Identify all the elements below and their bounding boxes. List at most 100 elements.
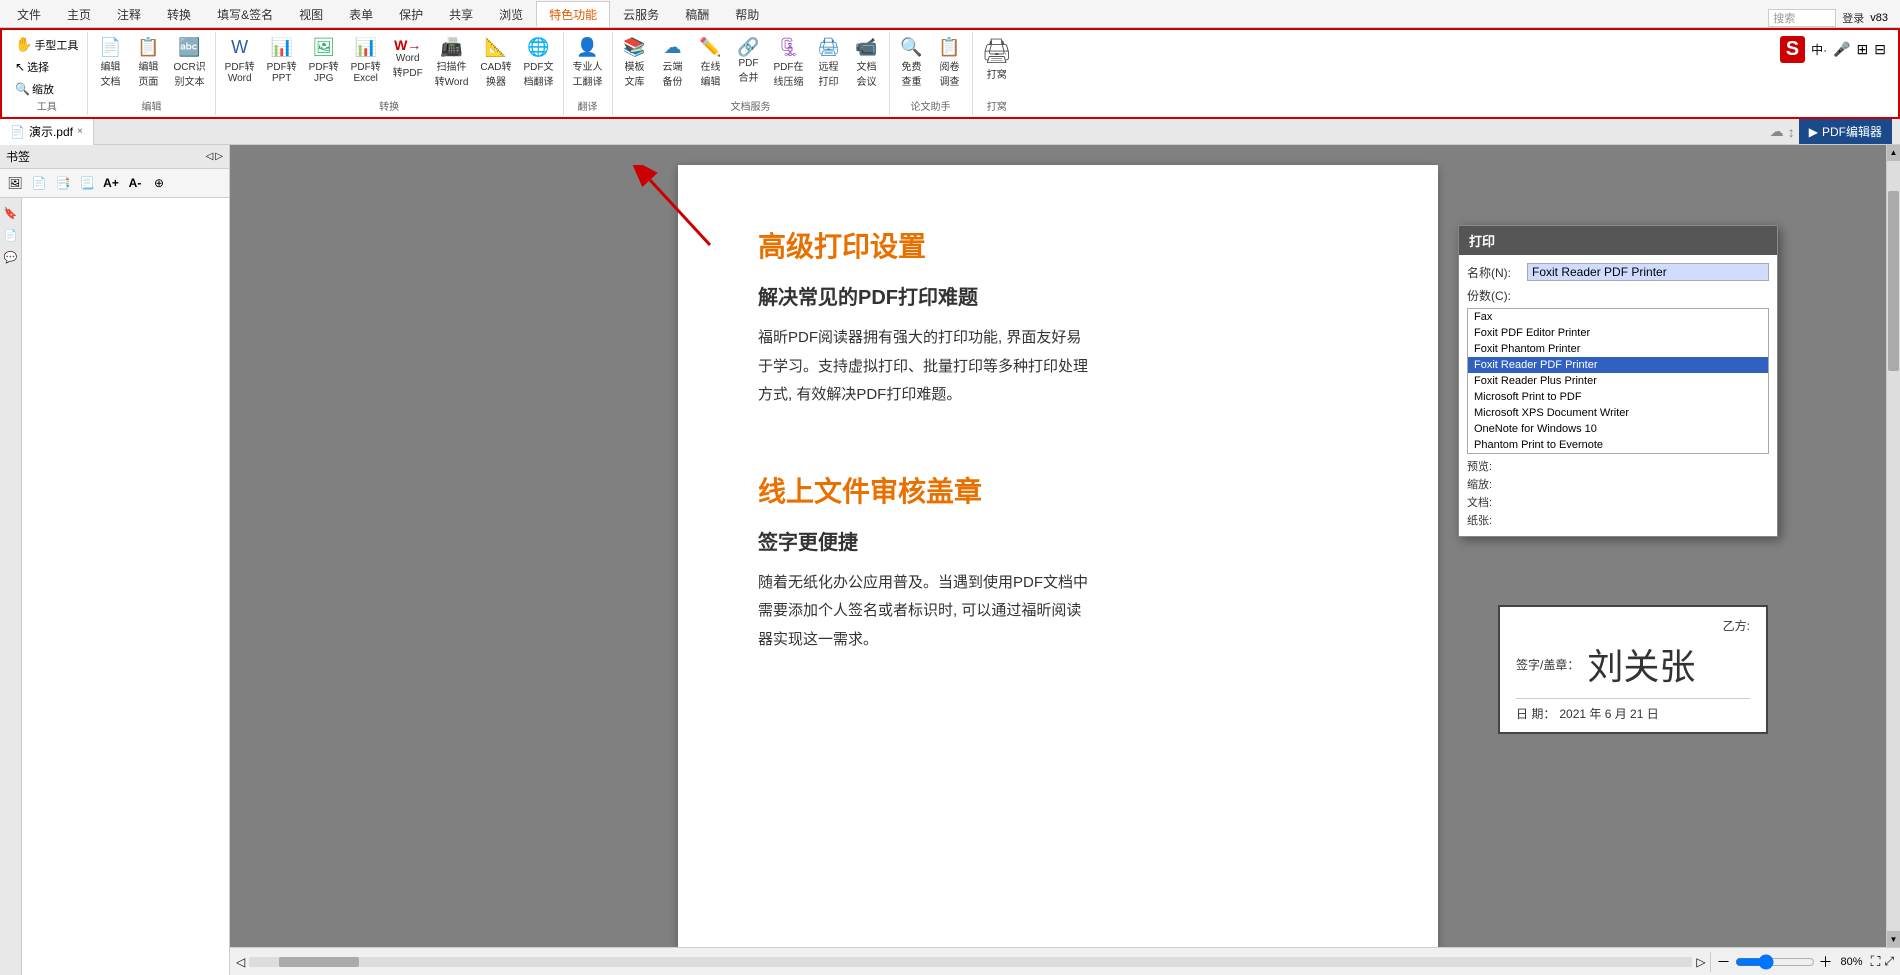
cloud-backup-icon: ☁	[664, 37, 682, 58]
merge-pdf-btn[interactable]: 🔗 PDF 合并	[731, 34, 767, 91]
pdf-to-ppt-btn[interactable]: 📊 PDF转 PPT	[262, 34, 302, 91]
left-panel-icon2[interactable]: 📄	[2, 226, 20, 244]
sidebar-nav-right[interactable]: ▷	[215, 151, 223, 162]
zoom-controls: － ＋ 80% ⛶ ⤢	[1710, 952, 1894, 972]
hscroll-right[interactable]: ▷	[1696, 955, 1705, 969]
free-check-btn[interactable]: 🔍 免费 查重	[894, 34, 930, 91]
fullscreen-btn[interactable]: ⛶	[1871, 953, 1881, 970]
tab-convert[interactable]: 转换	[154, 1, 204, 27]
printer-item-foxit-phantom[interactable]: Foxit Phantom Printer	[1468, 341, 1768, 357]
printer-item-foxit-plus[interactable]: Foxit Reader Plus Printer	[1468, 373, 1768, 389]
edit-page-btn[interactable]: 📋 编辑 页面	[130, 34, 166, 91]
doc-services-section: 📚 模板 文库 ☁ 云端 备份 ✏️ 在线 编辑 🔗	[613, 32, 890, 115]
vertical-scrollbar[interactable]: ▲ ▼	[1886, 145, 1900, 947]
sidebar-nav-left[interactable]: ◁	[206, 151, 214, 162]
zoom-btn[interactable]: 🔍 缩放	[10, 79, 83, 99]
printer-item-ms-pdf[interactable]: Microsoft Print to PDF	[1468, 389, 1768, 405]
scroll-up-btn[interactable]: ▲	[1887, 145, 1900, 161]
pdf-to-jpg-btn[interactable]: 🖼 PDF转 JPG	[304, 34, 344, 91]
edit-section: 📄 编辑 文档 📋 编辑 页面 🔤 OCR识 别文本 编辑	[88, 32, 215, 115]
sidebar-icon-page1[interactable]: 📄	[28, 172, 50, 194]
doc-meeting-btn[interactable]: 📹 文档 会议	[849, 34, 885, 91]
toolbar-area: ✋ 手型工具 ↖ 选择 🔍 缩放 工具	[0, 28, 1900, 119]
word-to-pdf-btn[interactable]: W→ Word 转PDF	[388, 34, 428, 91]
cad-btn[interactable]: 📐 CAD转 换器	[475, 34, 516, 91]
print-name-input[interactable]	[1527, 263, 1769, 281]
zoom-slider[interactable]	[1735, 954, 1815, 970]
scroll-track[interactable]	[1887, 161, 1900, 931]
scroll-down-btn[interactable]: ▼	[1887, 931, 1900, 947]
edit-page-label: 编辑 页面	[138, 58, 158, 88]
pdf-to-word-btn[interactable]: W PDF转 Word	[220, 34, 260, 91]
tab-bar: 📄 演示.pdf × ☁ ↕ ▶ PDF编辑器	[0, 119, 1900, 145]
tab-cloud[interactable]: 云服务	[610, 1, 672, 27]
ocr-btn[interactable]: 🔤 OCR识 别文本	[168, 34, 210, 91]
doc-tab[interactable]: 📄 演示.pdf ×	[0, 119, 94, 145]
minus-grid-icon[interactable]: ⊟	[1874, 41, 1886, 58]
sidebar-icon-page3[interactable]: 📃	[76, 172, 98, 194]
cloud-backup-btn[interactable]: ☁ 云端 备份	[655, 34, 691, 91]
mic-icon[interactable]: 🎤	[1833, 41, 1850, 58]
read-check-btn[interactable]: 📋 阅卷 调查	[932, 34, 968, 91]
left-panel-icon1[interactable]: 🔖	[2, 204, 20, 222]
remote-print-btn[interactable]: 🖨 远程 打印	[811, 34, 847, 91]
fit-width-btn[interactable]: ⤢	[1884, 954, 1894, 969]
tab-home[interactable]: 主页	[54, 1, 104, 27]
grid-icon[interactable]: ⊞	[1857, 41, 1869, 58]
doc-tab-close[interactable]: ×	[77, 126, 83, 137]
hscroll-left[interactable]: ◁	[236, 955, 245, 969]
tab-form[interactable]: 表单	[336, 1, 386, 27]
hscroll-thumb[interactable]	[279, 957, 359, 967]
sidebar-icon-image[interactable]: 🖼	[4, 172, 26, 194]
read-check-icon: 📋	[938, 37, 960, 58]
sig-date-label: 日 期：	[1516, 705, 1555, 722]
printer-item-foxit-reader[interactable]: Foxit Reader PDF Printer	[1468, 357, 1768, 373]
login-btn[interactable]: 登录	[1842, 10, 1864, 26]
tab-share[interactable]: 共享	[436, 1, 486, 27]
pro-translate-label: 专业人 工翻译	[573, 58, 603, 88]
tab-protect[interactable]: 保护	[386, 1, 436, 27]
tab-view[interactable]: 视图	[286, 1, 336, 27]
online-edit-btn[interactable]: ✏️ 在线 编辑	[693, 34, 729, 91]
doc-meeting-label: 文档 会议	[857, 58, 877, 88]
sidebar-icon-font-up[interactable]: A+	[100, 172, 122, 194]
scroll-thumb[interactable]	[1888, 191, 1899, 371]
pdf-translate-btn[interactable]: 🌐 PDF文 档翻译	[519, 34, 559, 91]
pdf-page-scroll[interactable]: 高级打印设置 解决常见的PDF打印难题 福昕PDF阅读器拥有强大的打印功能, 界…	[230, 145, 1886, 947]
zoom-out-btn[interactable]: －	[1717, 952, 1731, 972]
edit-doc-btn[interactable]: 📄 编辑 文档	[92, 34, 128, 91]
tab-fill-sign[interactable]: 填写&签名	[204, 1, 286, 27]
template-btn[interactable]: 📚 模板 文库	[617, 34, 653, 91]
select-btn[interactable]: ↖ 选择	[10, 57, 83, 77]
tab-annotation[interactable]: 注释	[104, 1, 154, 27]
scan-to-word-btn[interactable]: 📠 扫描件 转Word	[430, 34, 474, 91]
search-input-area[interactable]: 搜索	[1768, 9, 1836, 27]
hand-tool-btn[interactable]: ✋ 手型工具	[10, 34, 83, 55]
sidebar-icon-font-down[interactable]: A-	[124, 172, 146, 194]
convert-label: 转换	[216, 98, 563, 113]
left-panel-icon3[interactable]: 💬	[2, 248, 20, 266]
pdf-page: 高级打印设置 解决常见的PDF打印难题 福昕PDF阅读器拥有强大的打印功能, 界…	[678, 165, 1438, 947]
print-printer-list: Fax Foxit PDF Editor Printer Foxit Phant…	[1467, 308, 1769, 454]
printer-item-ms-xps[interactable]: Microsoft XPS Document Writer	[1468, 405, 1768, 421]
sig-label: 签字/盖章：	[1516, 656, 1579, 673]
pdf-to-excel-btn[interactable]: 📊 PDF转 Excel	[346, 34, 386, 91]
printer-item-onenote[interactable]: OneNote for Windows 10	[1468, 421, 1768, 437]
tab-browse[interactable]: 浏览	[486, 1, 536, 27]
print-btn[interactable]: 🖨 打窝	[977, 34, 1017, 84]
sidebar-icon-page2[interactable]: 📑	[52, 172, 74, 194]
pro-translate-btn[interactable]: 👤 专业人 工翻译	[568, 34, 608, 91]
sidebar-icon-add[interactable]: ⊕	[148, 172, 170, 194]
zoom-in-btn[interactable]: ＋	[1819, 952, 1833, 972]
printer-item-fax[interactable]: Fax	[1468, 309, 1768, 325]
tab-help[interactable]: 帮助	[722, 1, 772, 27]
horizontal-scrollbar[interactable]	[249, 957, 1692, 967]
tab-special[interactable]: 特色功能	[536, 1, 610, 27]
printer-item-phantom[interactable]: Phantom Print to Evernote	[1468, 437, 1768, 453]
printer-item-foxit-editor[interactable]: Foxit PDF Editor Printer	[1468, 325, 1768, 341]
online-compress-btn[interactable]: 🗜 PDF在 线压缩	[769, 34, 809, 91]
pdf-editor-button[interactable]: ▶ PDF编辑器	[1799, 119, 1892, 144]
lang-icon[interactable]: 中·	[1811, 41, 1827, 58]
tab-file[interactable]: 文件	[4, 1, 54, 27]
tab-reward[interactable]: 稿酬	[672, 1, 722, 27]
